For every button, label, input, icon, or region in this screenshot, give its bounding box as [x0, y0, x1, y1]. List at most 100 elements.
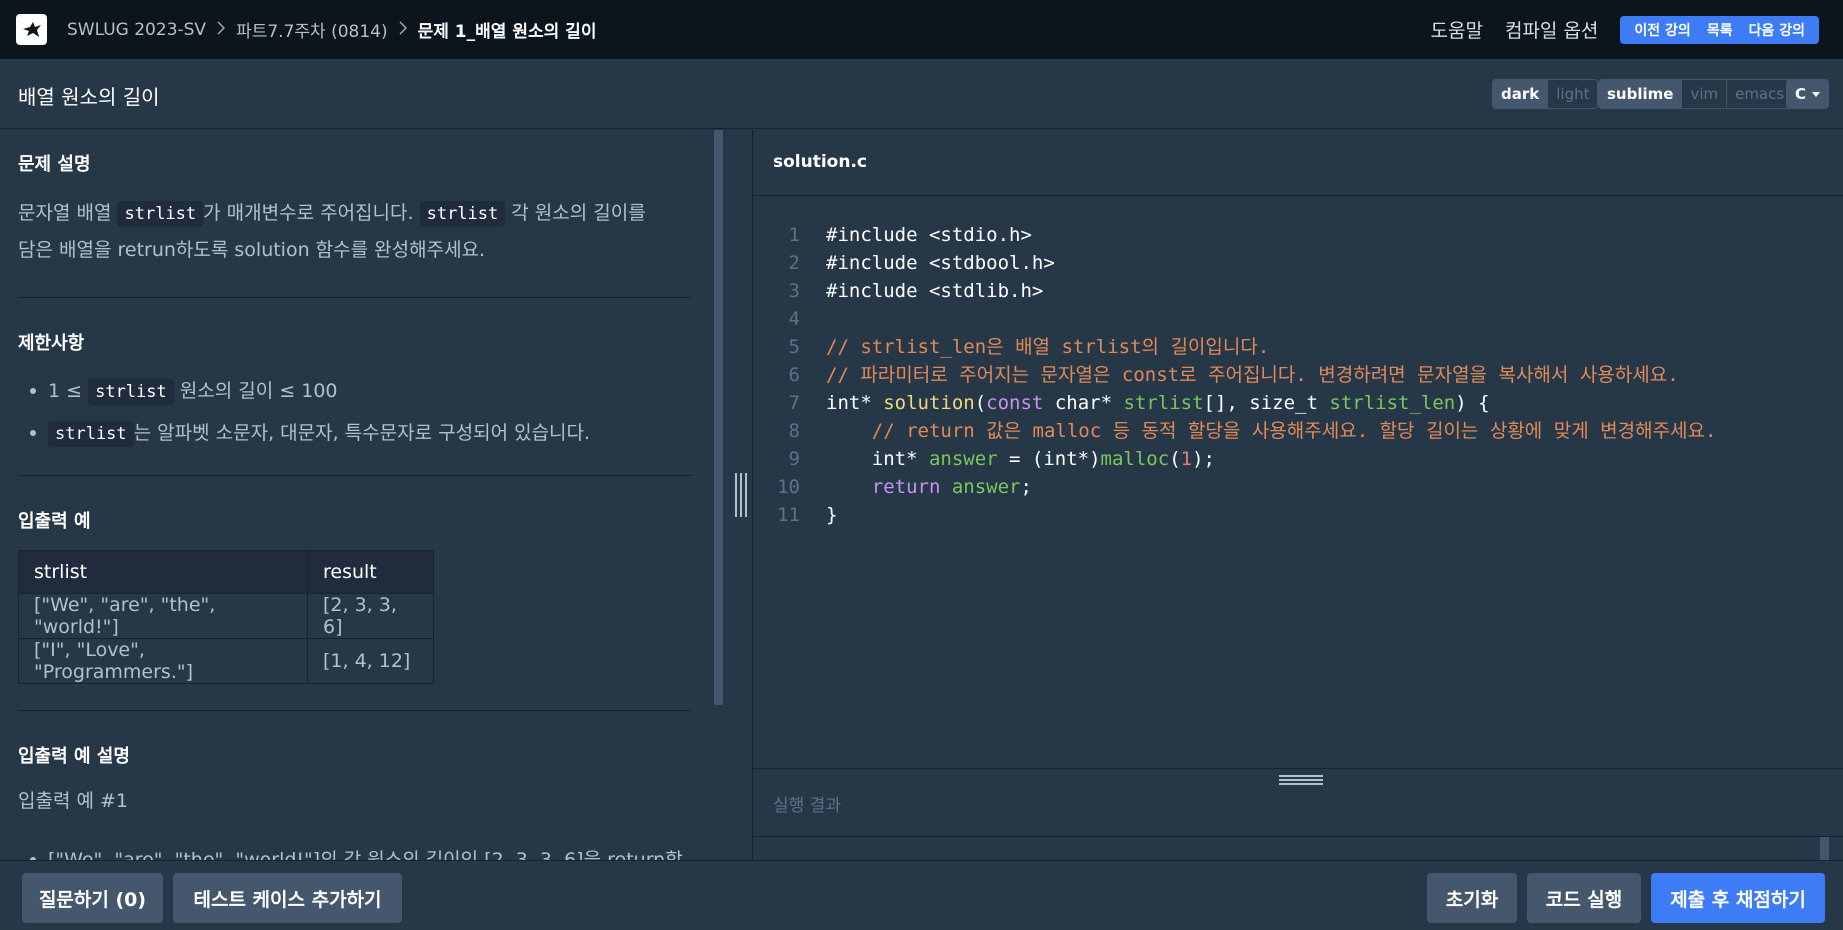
code-text: (: [1169, 448, 1181, 470]
breadcrumb-part[interactable]: 파트7.7주차 (0814): [236, 17, 388, 42]
table-row: ["We", "are", "the", "world!"] [2, 3, 3,…: [18, 593, 434, 639]
code-line: 4: [753, 305, 1716, 333]
line-number: 5: [788, 336, 800, 358]
code-variable: answer: [928, 448, 998, 470]
inline-code: strlist: [419, 201, 506, 227]
line-number: 10: [777, 476, 800, 498]
compile-options-link[interactable]: 컴파일 옵션: [1505, 16, 1598, 43]
code-line: 7 int* solution(const char* strlist [], si…: [753, 389, 1716, 417]
result-scrollbar[interactable]: [1820, 837, 1829, 860]
code-text: = (int*): [997, 448, 1101, 470]
vertical-grip-icon[interactable]: [735, 473, 748, 517]
add-test-case-button[interactable]: 테스트 케이스 추가하기: [173, 873, 402, 923]
code-keyword: const: [986, 392, 1044, 414]
table-header: strlist: [18, 550, 308, 594]
result-output: [753, 837, 1843, 860]
breadcrumb: SWLUG 2023-SV 파트7.7주차 (0814) 문제 1_배열 원소의…: [67, 0, 596, 59]
examples-title: 입출력 예: [18, 511, 91, 532]
code-text: #include <stdbool.h>: [826, 252, 1055, 274]
code-comment: // return 값은 malloc 등 동적 할당을 사용해주세요. 할당 …: [826, 420, 1717, 442]
chevron-right-icon: [399, 20, 407, 40]
ask-question-button[interactable]: 질문하기 (0): [22, 873, 163, 923]
line-number: 6: [788, 364, 800, 386]
code-line: 9 int* answer = (int*) malloc(1);: [753, 445, 1716, 473]
list-item: strlist 는 알파벳 소문자, 대문자, 특수문자로 구성되어 있습니다.: [0, 412, 692, 454]
next-lesson-button[interactable]: 다음 강의: [1741, 20, 1813, 40]
code-text: int*: [826, 392, 884, 414]
constraint-text: 는 알파벳 소문자, 대문자, 특수문자로 구성되어 있습니다.: [133, 422, 591, 444]
table-cell: ["We", "are", "the", "world!"]: [18, 593, 308, 639]
code-line: 8 // return 값은 malloc 등 동적 할당을 사용해주세요. 할…: [753, 417, 1717, 445]
bird-icon: [22, 21, 41, 37]
inline-code: strlist: [117, 201, 204, 227]
code-lines[interactable]: 1 #include <stdio.h> 2 #include <stdbool.h…: [753, 221, 1716, 529]
code-variable: strlist: [1123, 392, 1204, 414]
code-line: 11}: [753, 501, 1716, 529]
explain-subtitle: 입출력 예 #1: [18, 790, 129, 812]
constraints-title: 제한사항: [18, 333, 85, 354]
keymap-toggle: sublime vim emacs: [1598, 79, 1794, 109]
run-code-button[interactable]: 코드 실행: [1527, 873, 1641, 923]
code-text: #include <stdlib.h>: [826, 280, 1044, 302]
language-select[interactable]: C: [1786, 79, 1829, 109]
description-text: 문자열 배열 strlist 가 매개변수로 주어집니다. strlist 각 원…: [18, 195, 692, 268]
code-text: ;: [1020, 476, 1032, 498]
table-header-row: strlist result: [18, 550, 434, 594]
result-label: 실행 결과: [773, 796, 841, 816]
lesson-list-button[interactable]: 목록: [1699, 20, 1741, 40]
chevron-right-icon: [217, 20, 226, 40]
code-line: 10 return answer;: [753, 473, 1716, 501]
desc-text: 가 매개변수로 주어집니다.: [203, 202, 420, 224]
desc-text: 각 원소의 길이를: [505, 202, 646, 224]
keymap-sublime-button[interactable]: sublime: [1599, 80, 1682, 108]
theme-dark-button[interactable]: dark: [1493, 80, 1548, 108]
code-editor[interactable]: 1 #include <stdio.h> 2 #include <stdbool.h…: [753, 197, 1843, 768]
line-number: 2: [788, 252, 800, 274]
keymap-emacs-button[interactable]: emacs: [1726, 80, 1793, 108]
language-value: C: [1794, 85, 1806, 103]
list-item: ["We", "are", "the", "world!"]의 각 원소의 길이…: [0, 840, 714, 860]
keymap-vim-button[interactable]: vim: [1681, 80, 1727, 108]
breadcrumb-course[interactable]: SWLUG 2023-SV: [67, 20, 206, 40]
horizontal-grip-icon[interactable]: [1279, 775, 1323, 787]
line-number: 9: [788, 448, 800, 470]
desc-text: 문자열 배열: [18, 202, 118, 224]
divider: [18, 475, 692, 476]
table-cell: [2, 3, 3, 6]: [307, 593, 434, 639]
constraint-text: 1 ≤: [48, 380, 89, 402]
description-title: 문제 설명: [18, 154, 91, 175]
line-number: 8: [788, 420, 800, 442]
code-text: ) {: [1455, 392, 1490, 414]
editor-header: solution.c: [753, 130, 1843, 196]
breadcrumb-current: 문제 1_배열 원소의 길이: [417, 22, 597, 42]
code-function: solution: [883, 392, 975, 414]
divider: [18, 297, 692, 298]
code-text: (: [974, 392, 987, 414]
top-nav: SWLUG 2023-SV 파트7.7주차 (0814) 문제 1_배열 원소의…: [0, 0, 1843, 59]
explain-list: ["We", "are", "the", "world!"]의 각 원소의 길이…: [0, 840, 714, 860]
examples-table: strlist result ["We", "are", "the", "wor…: [18, 550, 434, 684]
code-comment: // 파라미터로 주어지는 문자열은 const로 주어집니다. 변경하려면 문…: [826, 364, 1679, 386]
theme-light-button[interactable]: light: [1547, 80, 1598, 108]
inline-code: strlist: [48, 421, 134, 447]
submit-button[interactable]: 제출 후 채점하기: [1651, 873, 1825, 923]
code-line: 2 #include <stdbool.h>: [753, 249, 1716, 277]
code-comment: // strlist_len은 배열 strlist의 길이입니다.: [826, 336, 1270, 358]
line-number: 11: [777, 504, 800, 526]
prev-lesson-button[interactable]: 이전 강의: [1626, 20, 1698, 40]
programmers-logo[interactable]: [16, 14, 47, 45]
inline-code: strlist: [88, 379, 174, 405]
page-title: 배열 원소의 길이: [18, 85, 160, 109]
divider: [18, 710, 692, 711]
list-item: 1 ≤ strlist 원소의 길이 ≤ 100: [0, 370, 692, 412]
desc-text: 담은 배열을 retrun하도록 solution 함수를 완성해주세요.: [18, 239, 486, 261]
line-number: 7: [788, 392, 800, 414]
code-keyword: return: [871, 476, 941, 498]
table-row: ["I", "Love", "Programmers."] [1, 4, 12]: [18, 638, 434, 684]
help-link[interactable]: 도움말: [1431, 16, 1483, 43]
reset-button[interactable]: 초기화: [1427, 873, 1517, 923]
problem-panel[interactable]: 문제 설명 문자열 배열 strlist 가 매개변수로 주어집니다. strli…: [0, 130, 714, 860]
code-line: 3 #include <stdlib.h>: [753, 277, 1716, 305]
problem-scrollbar[interactable]: [714, 130, 723, 705]
line-number: 4: [788, 308, 800, 330]
